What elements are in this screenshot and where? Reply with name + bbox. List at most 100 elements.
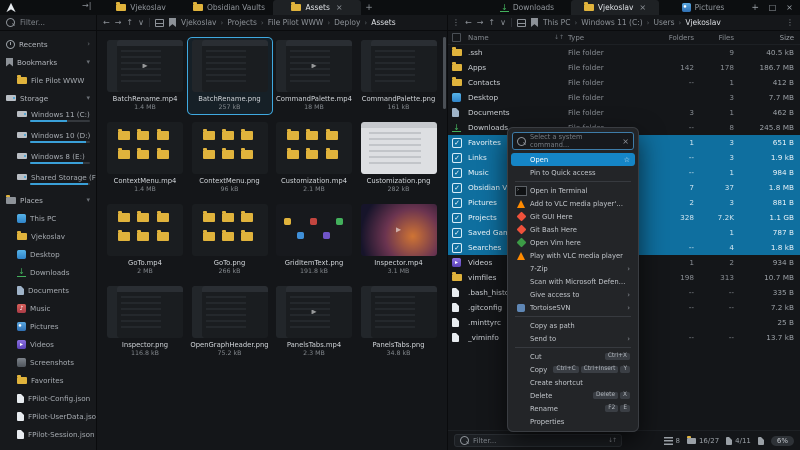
table-row[interactable]: AppsFile folder142178186.7 MB [448,60,800,75]
bookmark-icon[interactable] [169,18,176,27]
sidebar-item-screenshots[interactable]: Screenshots [0,353,96,371]
sidebar-item-desktop[interactable]: Desktop [0,245,96,263]
sidebar-item-fpilot-config-json[interactable]: FPilot-Config.json [0,389,96,407]
grid-item[interactable]: OpenGraphHeader.png75.2 kB [188,284,272,360]
sidebar-item-fpilot-session-json[interactable]: FPilot-Session.json [0,425,96,443]
menu-item-add-to-vlc-media-player-s-playlist[interactable]: Add to VLC media player's Playlist [511,197,635,210]
history-dropdown-button[interactable]: ∨ [138,18,144,27]
menu-item-rename[interactable]: RenameF2E [511,402,635,415]
star-icon[interactable]: ☆ [624,156,630,164]
row-checkbox[interactable]: ✓ [452,138,462,148]
grid-item[interactable]: CommandPalette.png161 kB [357,38,441,114]
sidebar-section-places[interactable]: Places▾ [0,191,96,209]
command-search-input[interactable]: Select a system command... × [512,132,634,150]
sidebar-item-windows-11-c-[interactable]: Windows 11 (C:) [0,107,96,128]
tab-left-0[interactable]: Vjekoslav [97,0,185,15]
sidebar-item-this-pc[interactable]: This PC [0,209,96,227]
menu-item-cut[interactable]: CutCtrl+X [511,350,635,363]
tab-right-2[interactable]: Pictures [659,0,747,15]
sidebar-item-shared-storage-f-[interactable]: Shared Storage (F:) [0,170,96,191]
breadcrumb-item[interactable]: Vjekoslav [685,18,721,27]
row-checkbox[interactable]: ✓ [452,228,462,238]
column-type[interactable]: Type [568,34,654,42]
sidebar-filter[interactable]: Filter... [0,15,97,30]
sidebar-section-storage[interactable]: Storage▾ [0,89,96,107]
sidebar-item-downloads[interactable]: ↓Downloads [0,263,96,281]
table-row[interactable]: DocumentsFile folder31462 B [448,105,800,120]
menu-item-give-access-to[interactable]: Give access to› [511,288,635,301]
history-dropdown-button[interactable]: ∨ [500,18,506,27]
menu-item-tortoisesvn[interactable]: TortoiseSVN› [511,301,635,314]
menu-item-play-with-vlc-media-player[interactable]: Play with VLC media player [511,249,635,262]
grid-item[interactable]: Inspector.png116.8 kB [103,284,187,360]
sidebar-item-windows-10-d-[interactable]: Windows 10 (D:) [0,128,96,149]
grid-item[interactable]: GoTo.mp42 MB [103,202,187,278]
breadcrumb-item[interactable]: Users [653,18,674,27]
clipboard-icon[interactable] [758,437,764,445]
breadcrumb-item[interactable]: This PC [543,18,570,27]
forward-button[interactable]: → [115,18,122,27]
sidebar-section-recents[interactable]: Recents› [0,35,96,53]
back-button[interactable]: ← [465,18,472,27]
grid-item[interactable]: GridItemText.png191.8 kB [272,202,356,278]
breadcrumb-item[interactable]: Deploy [334,18,360,27]
grid-item[interactable]: ContextMenu.png96 kB [188,120,272,196]
grid-item[interactable]: PanelsTabs.png34.8 kB [357,284,441,360]
chevron-icon[interactable]: ▾ [86,94,90,102]
breadcrumb-item[interactable]: Windows 11 (C:) [581,18,642,27]
new-tab-button[interactable]: + [361,0,377,15]
select-all-checkbox[interactable] [452,33,461,42]
sidebar-item-windows-8-e-[interactable]: Windows 8 (E:) [0,149,96,170]
sidebar-item-vjekoslav[interactable]: Vjekoslav [0,227,96,245]
close-icon[interactable]: × [622,137,629,146]
maximize-button[interactable]: □ [764,0,781,15]
tab-overflow-icon[interactable]: →| [82,1,91,10]
sidebar-item-documents[interactable]: Documents [0,281,96,299]
grid-item[interactable]: BatchRename.png257 kB [188,38,272,114]
menu-item-open-vim-here[interactable]: Open Vim here [511,236,635,249]
grid-item[interactable]: ▸Inspector.mp43.1 MB [357,202,441,278]
chevron-icon[interactable]: ▾ [86,196,90,204]
pane-menu-button[interactable]: ⋮ [452,18,460,27]
grid-item[interactable]: Customization.png282 kB [357,120,441,196]
row-checkbox[interactable]: ✓ [452,243,462,253]
chevron-icon[interactable]: › [87,40,90,48]
grid-item[interactable]: ContextMenu.mp41.4 MB [103,120,187,196]
minimize-button[interactable]: − [747,0,764,15]
row-checkbox[interactable]: ✓ [452,183,462,193]
grid-item[interactable]: ▸BatchRename.mp41.4 MB [103,38,187,114]
sidebar-item-pictures[interactable]: Pictures [0,317,96,335]
filter-sort-icon[interactable]: ↓↑ [608,437,616,444]
sort-icon[interactable]: ↓↑ [554,34,564,41]
column-files[interactable]: Files [694,34,734,42]
tab-right-1[interactable]: Vjekoslav× [571,0,659,15]
up-button[interactable]: ↑ [488,18,495,27]
sidebar-item-fpilot-userdata-json[interactable]: FPilot-UserData.json [0,407,96,425]
tab-left-2[interactable]: Assets× [273,0,361,15]
menu-item-git-bash-here[interactable]: Git Bash Here [511,223,635,236]
breadcrumb-item[interactable]: File Pilot WWW [268,18,324,27]
menu-item-properties[interactable]: Properties [511,415,635,428]
pane-more-button[interactable]: ⋮ [786,18,800,27]
grid-item[interactable]: Customization.mp42.1 MB [272,120,356,196]
menu-item-scan-with-microsoft-defender-[interactable]: Scan with Microsoft Defender... [511,275,635,288]
menu-item-delete[interactable]: DeleteDeleteX [511,389,635,402]
view-options-icon[interactable] [155,19,164,27]
row-checkbox[interactable]: ✓ [452,153,462,163]
close-window-button[interactable]: × [781,0,798,15]
row-checkbox[interactable]: ✓ [452,168,462,178]
grid-item[interactable]: ▸CommandPalette.mp418 MB [272,38,356,114]
close-tab-icon[interactable]: × [639,3,646,12]
sidebar-item-file-pilot-www[interactable]: File Pilot WWW [0,71,96,89]
close-tab-icon[interactable]: × [336,3,343,12]
back-button[interactable]: ← [103,18,110,27]
breadcrumb-item[interactable]: Projects [227,18,257,27]
menu-item-7-zip[interactable]: 7-Zip› [511,262,635,275]
menu-item-open-in-terminal[interactable]: ›Open in Terminal [511,184,635,197]
grid-item[interactable]: ▸PanelsTabs.mp42.3 MB [272,284,356,360]
menu-item-copy[interactable]: CopyCtrl+CCtrl+InsertY [511,363,635,376]
tab-right-0[interactable]: ↓Downloads [483,0,571,15]
menu-item-copy-as-path[interactable]: Copy as path [511,319,635,332]
up-button[interactable]: ↑ [126,18,133,27]
usage-percent-badge[interactable]: 6% [771,436,794,446]
